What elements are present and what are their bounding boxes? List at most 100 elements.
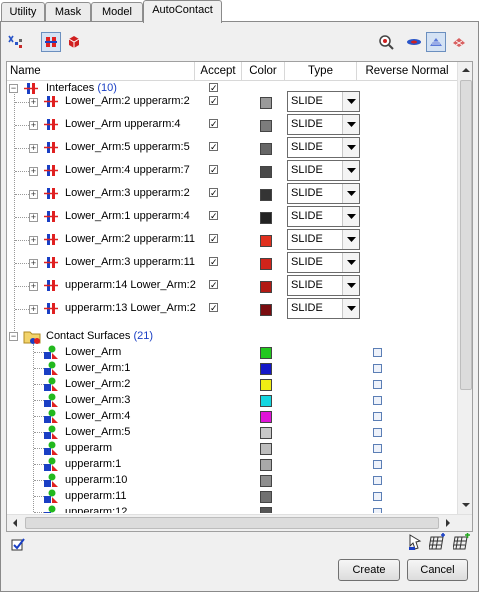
color-swatch[interactable] (260, 491, 272, 503)
tab-model[interactable]: Model (91, 2, 143, 22)
chevron-down-icon[interactable] (342, 276, 359, 295)
tab-autocontact[interactable]: AutoContact (143, 0, 222, 23)
cancel-button[interactable]: Cancel (407, 559, 468, 581)
expand-icon[interactable]: + (29, 167, 38, 176)
interface-row[interactable]: + Lower_Arm:1 upperarm:4 ✓ SLIDE (7, 205, 457, 228)
contact-surface-row[interactable]: Lower_Arm:4 (7, 409, 457, 425)
type-dropdown[interactable]: SLIDE (287, 183, 360, 204)
expand-icon[interactable]: + (29, 259, 38, 268)
type-dropdown[interactable]: SLIDE (287, 275, 360, 296)
chevron-down-icon[interactable] (342, 299, 359, 318)
shaded-view-icon[interactable] (404, 32, 424, 52)
accept-column-header[interactable]: Accept (195, 62, 242, 81)
color-swatch[interactable] (260, 475, 272, 487)
chevron-down-icon[interactable] (342, 92, 359, 111)
accept-checkbox[interactable]: ✓ (209, 211, 218, 221)
collapse-icon[interactable]: − (9, 332, 18, 341)
vertical-scroll-thumb[interactable] (460, 80, 472, 390)
surface-filter-icon[interactable] (64, 32, 84, 52)
contact-surface-row[interactable]: upperarm (7, 441, 457, 457)
color-swatch[interactable] (260, 304, 272, 316)
accept-checkbox[interactable]: ✓ (209, 188, 218, 198)
color-swatch[interactable] (260, 443, 272, 455)
mesh-view-icon[interactable] (426, 32, 446, 52)
accept-checkbox[interactable]: ✓ (209, 303, 218, 313)
color-swatch[interactable] (260, 507, 272, 513)
interface-row[interactable]: + upperarm:13 Lower_Arm:2 ✓ SLIDE (7, 297, 457, 320)
interface-row[interactable]: + Lower_Arm:4 upperarm:7 ✓ SLIDE (7, 159, 457, 182)
scroll-down-icon[interactable] (458, 497, 472, 513)
contact-surface-row[interactable]: Lower_Arm:3 (7, 393, 457, 409)
reverse-normal-checkbox[interactable] (373, 396, 382, 405)
interface-row[interactable]: + Lower_Arm:3 upperarm:2 ✓ SLIDE (7, 182, 457, 205)
wand-icon[interactable] (6, 32, 26, 52)
type-column-header[interactable]: Type (285, 62, 357, 81)
color-swatch[interactable] (260, 395, 272, 407)
contact-surface-row[interactable]: Lower_Arm (7, 345, 457, 361)
contact-surface-row[interactable]: Lower_Arm:5 (7, 425, 457, 441)
grid-add-tool-icon[interactable] (452, 532, 472, 552)
scroll-left-icon[interactable] (7, 515, 23, 531)
accept-checkbox[interactable]: ✓ (209, 96, 218, 106)
color-swatch[interactable] (260, 212, 272, 224)
chevron-down-icon[interactable] (342, 207, 359, 226)
expand-icon[interactable]: + (29, 121, 38, 130)
reverse-normal-checkbox[interactable] (373, 444, 382, 453)
zoom-icon[interactable] (376, 32, 396, 52)
vertical-scrollbar[interactable] (457, 62, 472, 514)
accept-checkbox[interactable]: ✓ (209, 142, 218, 152)
contact-surface-row[interactable]: Lower_Arm:2 (7, 377, 457, 393)
accept-checkbox[interactable]: ✓ (209, 165, 218, 175)
interface-row[interactable]: + Lower_Arm:2 upperarm:2 ✓ SLIDE (7, 90, 457, 113)
type-dropdown[interactable]: SLIDE (287, 160, 360, 181)
chevron-down-icon[interactable] (342, 253, 359, 272)
wireframe-view-icon[interactable] (449, 32, 469, 52)
pin-tool-icon[interactable] (405, 532, 425, 552)
accept-check-icon[interactable] (8, 534, 28, 554)
color-swatch[interactable] (260, 411, 272, 423)
create-button[interactable]: Create (338, 559, 400, 581)
reverse-normal-checkbox[interactable] (373, 428, 382, 437)
color-swatch[interactable] (260, 189, 272, 201)
horizontal-scroll-thumb[interactable] (25, 517, 439, 529)
color-swatch[interactable] (260, 281, 272, 293)
contact-surface-row[interactable]: upperarm:11 (7, 489, 457, 505)
color-swatch[interactable] (260, 235, 272, 247)
type-dropdown[interactable]: SLIDE (287, 137, 360, 158)
type-dropdown[interactable]: SLIDE (287, 91, 360, 112)
reverse-normal-checkbox[interactable] (373, 460, 382, 469)
color-swatch[interactable] (260, 347, 272, 359)
color-swatch[interactable] (260, 258, 272, 270)
type-dropdown[interactable]: SLIDE (287, 298, 360, 319)
contact-surface-row[interactable]: upperarm:10 (7, 473, 457, 489)
color-column-header[interactable]: Color (242, 62, 285, 81)
name-column-header[interactable]: Name (7, 62, 195, 81)
expand-icon[interactable]: + (29, 190, 38, 199)
chevron-down-icon[interactable] (342, 115, 359, 134)
interface-filter-icon[interactable] (41, 32, 61, 52)
expand-icon[interactable]: + (29, 305, 38, 314)
accept-checkbox[interactable]: ✓ (209, 257, 218, 267)
reverse-normal-checkbox[interactable] (373, 508, 382, 513)
type-dropdown[interactable]: SLIDE (287, 114, 360, 135)
interface-row[interactable]: + Lower_Arm:5 upperarm:5 ✓ SLIDE (7, 136, 457, 159)
interface-row[interactable]: + Lower_Arm:2 upperarm:11 ✓ SLIDE (7, 228, 457, 251)
chevron-down-icon[interactable] (342, 184, 359, 203)
accept-checkbox[interactable]: ✓ (209, 280, 218, 290)
accept-checkbox[interactable]: ✓ (209, 119, 218, 129)
contact-surfaces-group-row[interactable]: − Contact Surfaces (21) (7, 329, 457, 345)
horizontal-scrollbar[interactable] (7, 514, 472, 531)
type-dropdown[interactable]: SLIDE (287, 229, 360, 250)
scroll-right-icon[interactable] (440, 515, 456, 531)
expand-icon[interactable]: + (29, 98, 38, 107)
interface-row[interactable]: + Lower_Arm:3 upperarm:11 ✓ SLIDE (7, 251, 457, 274)
color-swatch[interactable] (260, 379, 272, 391)
chevron-down-icon[interactable] (342, 138, 359, 157)
interface-row[interactable]: + upperarm:14 Lower_Arm:2 ✓ SLIDE (7, 274, 457, 297)
scroll-up-icon[interactable] (458, 62, 472, 78)
expand-icon[interactable]: + (29, 213, 38, 222)
color-swatch[interactable] (260, 427, 272, 439)
reverse-normal-column-header[interactable]: Reverse Normal (357, 62, 457, 81)
color-swatch[interactable] (260, 97, 272, 109)
reverse-normal-checkbox[interactable] (373, 348, 382, 357)
